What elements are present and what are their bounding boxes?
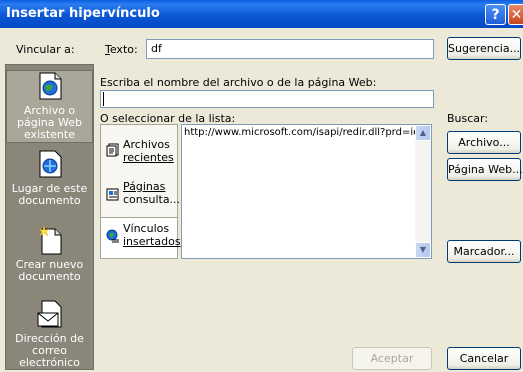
place-label: Crear nuevo documento: [15, 258, 84, 283]
list-item[interactable]: http://www.microsoft.com/isapi/redir.dll…: [184, 127, 431, 138]
link-to-label: Vincular a:: [16, 43, 75, 56]
place-existing-file-web[interactable]: Archivo o página Web existente: [6, 70, 93, 143]
chevron-down-icon: ▼: [419, 245, 427, 254]
browse-file-button[interactable]: Archivo...: [447, 131, 521, 154]
link-list[interactable]: http://www.microsoft.com/isapi/redir.dll…: [181, 124, 432, 259]
place-label: Dirección de correo electrónico: [15, 332, 84, 369]
ok-button[interactable]: Aceptar: [352, 347, 432, 370]
text-cursor: [103, 92, 104, 106]
bookmark-label: Marcador...: [453, 245, 515, 258]
ok-label: Aceptar: [370, 352, 414, 365]
url-input[interactable]: [100, 90, 434, 108]
chevron-up-icon: ▲: [419, 128, 427, 137]
text-label: Texto:: [105, 43, 138, 56]
close-icon: ✕: [510, 7, 523, 23]
search-label: Buscar:: [447, 112, 489, 125]
lookin-label-1: Archivos: [123, 138, 170, 151]
new-document-icon: [37, 225, 61, 255]
close-button[interactable]: ✕: [508, 4, 523, 25]
title-bar[interactable]: Insertar hipervínculo ? ✕: [0, 0, 523, 28]
vertical-scrollbar[interactable]: ▲ ▼: [415, 125, 431, 258]
recent-files-icon: [106, 143, 120, 160]
lookin-inserted-links[interactable]: Vínculos insertados: [101, 217, 181, 259]
place-this-document[interactable]: Lugar de este documento: [6, 149, 93, 209]
look-in-bar: Archivos recientes Páginas consulta... V…: [100, 124, 181, 259]
scroll-down-button[interactable]: ▼: [415, 242, 431, 258]
lookin-browsed-pages[interactable]: Páginas consulta...: [101, 177, 181, 215]
dialog-title: Insertar hipervínculo: [6, 6, 160, 21]
browsed-pages-icon: [106, 187, 120, 204]
cancel-label: Cancelar: [459, 352, 509, 365]
text-input-value: df: [151, 42, 162, 55]
lookin-recent-files[interactable]: Archivos recientes: [101, 135, 177, 173]
place-label: Lugar de este documento: [11, 182, 88, 207]
question-mark-icon: ?: [491, 7, 500, 23]
url-label: Escriba el nombre del archivo o de la pá…: [100, 76, 377, 89]
bookmark-button[interactable]: Marcador...: [447, 240, 521, 263]
inserted-links-icon: [106, 229, 120, 246]
suggestion-button[interactable]: Sugerencia...: [447, 37, 521, 60]
cancel-button[interactable]: Cancelar: [447, 347, 521, 370]
browse-file-label: Archivo...: [458, 136, 510, 149]
help-button[interactable]: ?: [485, 4, 506, 25]
suggestion-button-label: Sugerencia...: [448, 42, 521, 55]
text-input[interactable]: df: [146, 39, 434, 59]
lookin-label-1: Vínculos: [123, 222, 170, 235]
document-place-icon: [39, 150, 61, 178]
browse-web-label: Página Web...: [448, 163, 523, 176]
browse-web-button[interactable]: Página Web...: [447, 158, 523, 181]
lookin-label-2: recientes: [123, 151, 174, 164]
lookin-label-2: consulta...: [123, 193, 181, 206]
email-icon: [37, 300, 61, 328]
place-new-document[interactable]: Crear nuevo documento: [6, 225, 93, 287]
scroll-up-button[interactable]: ▲: [415, 125, 431, 141]
lookin-label-1: Páginas: [123, 180, 166, 193]
place-label: Archivo o página Web existente: [17, 104, 82, 141]
link-to-places-bar: Archivo o página Web existente Lugar de …: [5, 64, 94, 370]
insert-hyperlink-dialog: Insertar hipervínculo ? ✕ Vincular a: Te…: [0, 0, 523, 372]
web-page-icon: [39, 72, 61, 100]
text-label-rest: exto:: [109, 43, 138, 56]
lookin-label-2: insertados: [123, 235, 181, 248]
place-email-address[interactable]: Dirección de correo electrónico: [6, 299, 93, 369]
